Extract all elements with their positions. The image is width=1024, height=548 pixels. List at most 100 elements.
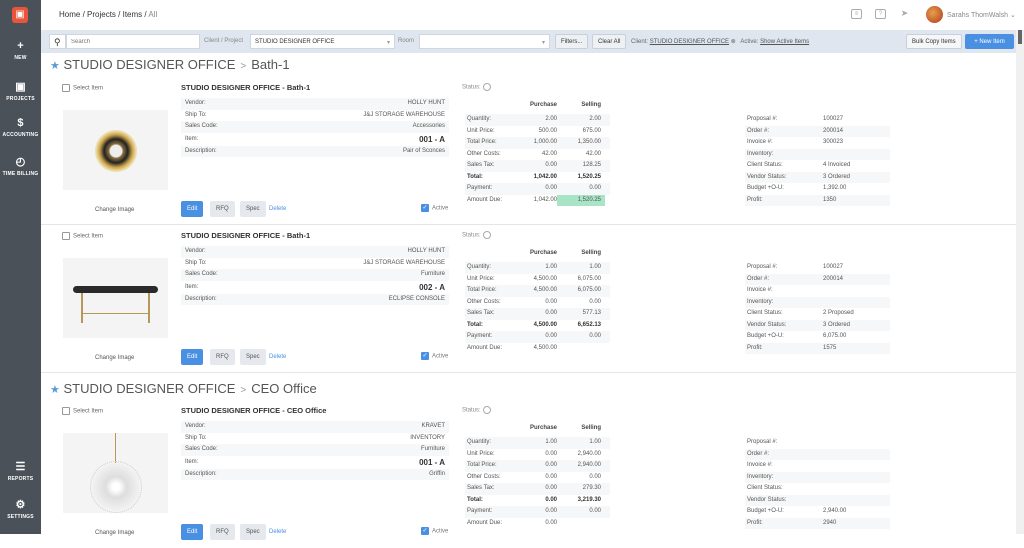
sidebar-item-label: ACCOUNTING (2, 132, 39, 138)
sidebar-item-accounting[interactable]: $ ACCOUNTING (0, 117, 41, 138)
edit-button[interactable]: Edit (181, 201, 204, 217)
delete-link[interactable]: Delete (269, 206, 286, 212)
active-checkbox[interactable]: ✓ Active (421, 352, 448, 360)
selling-value: 6,652.13 (577, 321, 601, 328)
financial-label: Sales Tax: (467, 310, 495, 316)
status-circle-icon[interactable] (482, 83, 491, 91)
financial-row: Sales Tax: 0.00 577.13 (465, 308, 610, 320)
detail-label: Description: (185, 147, 217, 154)
edit-button[interactable]: Edit (181, 524, 204, 540)
financial-label: Unit Price: (467, 127, 495, 134)
client-filter-link[interactable]: STUDIO DESIGNER OFFICE (650, 39, 729, 45)
info-label: Order #: (747, 450, 770, 457)
help-icon[interactable]: ? (875, 9, 886, 19)
info-label: Budget +O-U: (747, 185, 784, 191)
change-image-link[interactable]: Change Image (95, 355, 134, 361)
info-row: Vendor Status: 3 Ordered (745, 319, 890, 331)
avatar[interactable] (926, 6, 943, 23)
purchase-value: 0.00 (545, 298, 557, 305)
spec-button[interactable]: Spec (240, 524, 266, 540)
edit-button[interactable]: Edit (181, 349, 204, 365)
clear-all-button[interactable]: Clear All (592, 34, 627, 49)
remove-filter-icon[interactable]: ⊗ (731, 39, 736, 45)
status-indicator[interactable]: Status: (462, 406, 491, 414)
spec-button[interactable]: Spec (240, 201, 266, 217)
info-label: Budget +O-U: (747, 508, 784, 514)
sidebar-item-reports[interactable]: ☰ REPORTS (0, 460, 41, 482)
status-indicator[interactable]: Status: (462, 83, 491, 91)
room-select[interactable]: ▾ (419, 34, 550, 49)
financial-label: Total Price: (467, 287, 497, 293)
rocket-icon[interactable]: ➤ (899, 9, 910, 19)
breadcrumb-items[interactable]: Items / (123, 10, 147, 19)
financial-row: Total: 1,042.00 1,520.25 (465, 172, 610, 184)
select-item-checkbox[interactable]: Select Item (62, 232, 103, 240)
status-circle-icon[interactable] (482, 406, 491, 414)
info-label: Proposal #: (747, 439, 778, 445)
detail-value-description: Griffin (429, 470, 445, 477)
info-label: Profit: (747, 344, 763, 351)
detail-value-description: ECLIPSE CONSOLE (388, 295, 445, 302)
selling-value (557, 518, 605, 530)
delete-link[interactable]: Delete (269, 354, 286, 360)
purchase-value: 0.00 (545, 485, 557, 491)
checkbox[interactable] (62, 232, 70, 240)
info-label: Inventory: (747, 150, 774, 157)
status-circle-icon[interactable] (482, 231, 491, 239)
search-icon[interactable]: ⚲ (49, 34, 66, 49)
purchase-value: 1,000.00 (533, 139, 557, 145)
scrollbar[interactable] (1016, 30, 1024, 534)
new-item-button[interactable]: + New Item (965, 34, 1014, 49)
user-menu[interactable]: Sarahs ThomWalsh ⌄ (947, 11, 1016, 19)
checkbox[interactable] (62, 407, 70, 415)
client-project-select[interactable]: STUDIO DESIGNER OFFICE ▾ (250, 34, 395, 49)
section-client[interactable]: STUDIO DESIGNER OFFICE (64, 381, 236, 396)
section-client[interactable]: STUDIO DESIGNER OFFICE (64, 57, 236, 72)
info-value: 2940 (823, 519, 837, 526)
purchase-value: 1.00 (545, 264, 557, 270)
change-image-link[interactable]: Change Image (95, 530, 134, 536)
info-value: 2,940.00 (823, 508, 847, 514)
rfq-button[interactable]: RFQ (210, 201, 235, 217)
checkbox[interactable] (62, 84, 70, 92)
select-item-checkbox[interactable]: Select Item (62, 407, 103, 415)
star-icon[interactable]: ★ (50, 60, 60, 72)
chat-icon[interactable]: ≡ (851, 9, 862, 19)
info-row: Profit: 2940 (745, 517, 890, 529)
detail-value-ship_to: INVENTORY (410, 434, 445, 441)
filters-button[interactable]: Filters... (555, 34, 589, 49)
change-image-link[interactable]: Change Image (95, 207, 134, 213)
sidebar-item-settings[interactable]: ⚙ SETTINGS (0, 498, 41, 520)
detail-label: Ship To: (185, 259, 207, 266)
search-input[interactable] (66, 34, 200, 49)
new-icon: + (17, 40, 24, 52)
sidebar-item-time-billing[interactable]: ◴ TIME BILLING (0, 155, 41, 177)
app-logo[interactable]: ▣ (12, 7, 28, 23)
detail-row-item: Item: 001 - A (181, 456, 449, 469)
spec-button[interactable]: Spec (240, 349, 266, 365)
delete-link[interactable]: Delete (269, 529, 286, 535)
financial-row: Sales Tax: 0.00 279.30 (465, 483, 610, 495)
star-icon[interactable]: ★ (50, 384, 60, 396)
rfq-button[interactable]: RFQ (210, 524, 235, 540)
select-item-label: Select Item (73, 233, 104, 240)
sidebar-item-new[interactable]: + NEW (0, 40, 41, 61)
detail-value-description: Pair of Sconces (402, 147, 445, 154)
active-checkbox[interactable]: ✓ Active (421, 204, 448, 212)
info-label: Vendor Status: (747, 496, 787, 503)
financial-table: Purchase Selling Quantity: 1.00 1.00 Unit Pri… (465, 423, 610, 529)
info-label: Profit: (747, 196, 763, 203)
select-item-checkbox[interactable]: Select Item (62, 84, 103, 92)
breadcrumb-home[interactable]: Home / (59, 10, 85, 19)
bulk-copy-button[interactable]: Bulk Copy Items (906, 34, 962, 49)
sidebar-item-projects[interactable]: ▣ PROJECTS (0, 80, 41, 102)
breadcrumb-projects[interactable]: Projects / (87, 10, 120, 19)
item-image (63, 110, 168, 190)
detail-label: Item: (185, 458, 199, 465)
sidebar-item-label: SETTINGS (7, 514, 34, 520)
active-filter-link[interactable]: Show Active Items (760, 39, 809, 45)
detail-value-ship_to: J&J STORAGE WAREHOUSE (363, 111, 445, 118)
status-indicator[interactable]: Status: (462, 231, 491, 239)
rfq-button[interactable]: RFQ (210, 349, 235, 365)
detail-row-vendor: Vendor: HOLLY HUNT (181, 246, 449, 258)
